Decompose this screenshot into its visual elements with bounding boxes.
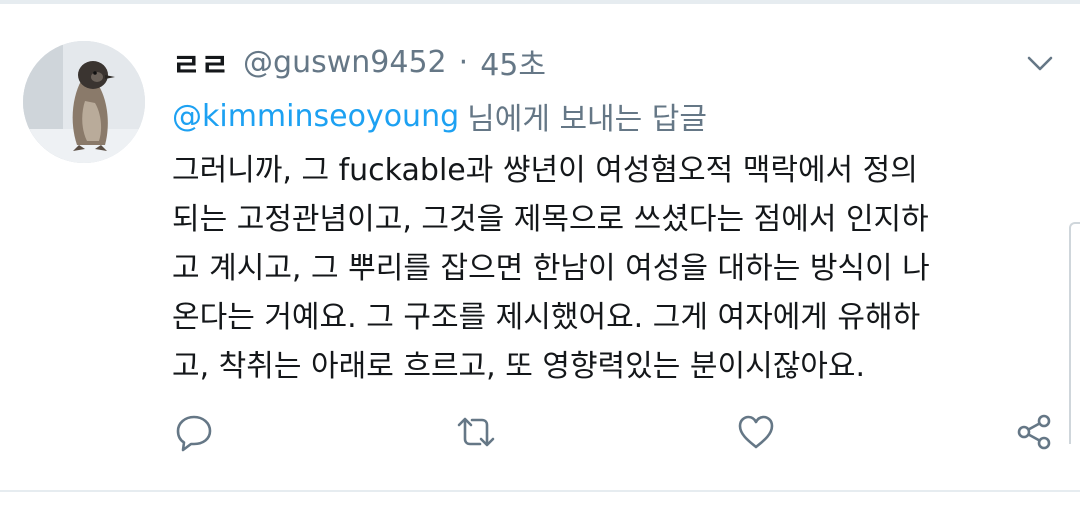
tweet-text-line: 고 계시고, 그 뿌리를 잡으면 한남이 여성을 대하는 방식이 나 (172, 251, 930, 286)
top-divider (0, 0, 1080, 4)
reply-mention-link[interactable]: @kimminseoyoung (172, 99, 459, 134)
user-handle[interactable]: @guswn9452 (243, 45, 447, 80)
reply-icon (176, 415, 212, 452)
reply-button[interactable] (174, 412, 214, 452)
tweet-text-line: 그러니까, 그 fuckable과 썅년이 여성혐오적 맥락에서 정의 (172, 153, 918, 188)
tweet-text-line: 온다는 거예요. 그 구조를 제시했어요. 그게 여자에게 유해하 (172, 300, 921, 335)
avatar[interactable] (23, 41, 145, 163)
like-button[interactable] (736, 412, 776, 452)
timestamp[interactable]: 45초 (480, 40, 546, 84)
chevron-down-icon[interactable] (1022, 48, 1058, 78)
tweet-text-line: 되는 고정관념이고, 그것을 제목으로 쓰셨다는 점에서 인지하 (172, 202, 929, 237)
display-name[interactable]: ㄹㄹ (172, 40, 229, 85)
share-icon (1017, 414, 1051, 450)
share-button[interactable] (1014, 412, 1054, 452)
reply-suffix: 님에게 보내는 답글 (467, 102, 707, 137)
heart-icon (738, 415, 774, 449)
separator-dot: · (458, 44, 469, 80)
tweet-header: ㄹㄹ @guswn9452 · 45초 (172, 40, 546, 85)
bottom-divider (0, 490, 1080, 492)
retweet-button[interactable] (456, 412, 496, 452)
scrollbar[interactable] (1069, 222, 1080, 444)
tweet-text: 그러니까, 그 fuckable과 썅년이 여성혐오적 맥락에서 정의 되는 고… (172, 146, 1052, 391)
retweet-icon (457, 417, 495, 447)
replying-to: @kimminseoyoung 님에게 보내는 답글 (172, 96, 707, 138)
tweet-text-line: 고, 착취는 아래로 흐르고, 또 영향력있는 분이시잖아요. (172, 349, 866, 384)
